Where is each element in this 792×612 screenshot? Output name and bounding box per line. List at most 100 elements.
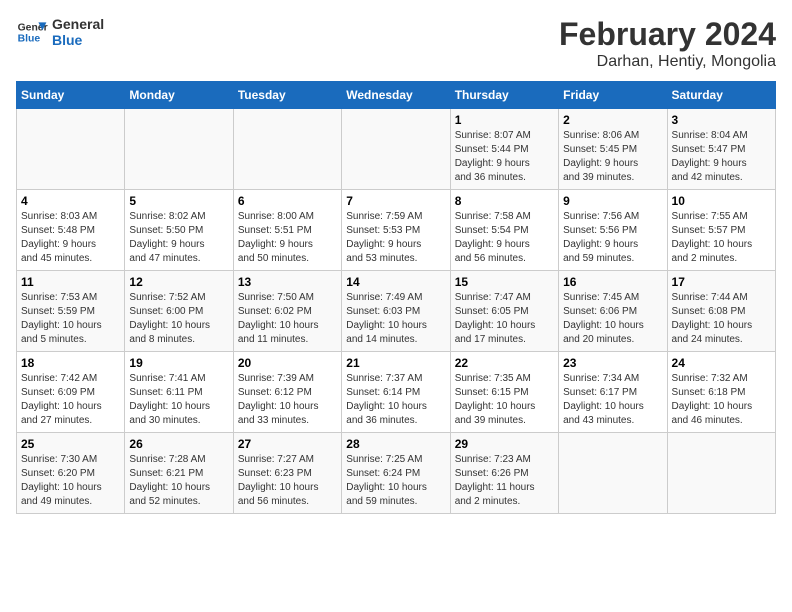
day-number: 20	[238, 356, 337, 370]
calendar-cell: 1 Sunrise: 8:07 AM Sunset: 5:44 PM Daylig…	[450, 109, 558, 190]
day-number: 4	[21, 194, 120, 208]
calendar-cell: 10 Sunrise: 7:55 AM Sunset: 5:57 PM Dayli…	[667, 190, 775, 271]
calendar-cell: 29 Sunrise: 7:23 AM Sunset: 6:26 PM Dayli…	[450, 433, 558, 514]
calendar-cell: 3 Sunrise: 8:04 AM Sunset: 5:47 PM Daylig…	[667, 109, 775, 190]
weekday-header: Friday	[559, 82, 667, 109]
calendar-cell: 14 Sunrise: 7:49 AM Sunset: 6:03 PM Dayli…	[342, 271, 450, 352]
calendar-cell: 19Sunrise: 7:41 AM Sunset: 6:11 PM Dayli…	[125, 352, 233, 433]
day-info: Sunrise: 8:02 AM Sunset: 5:50 PM Dayligh…	[129, 210, 228, 266]
calendar-cell: 5 Sunrise: 8:02 AM Sunset: 5:50 PM Daylig…	[125, 190, 233, 271]
day-info: Sunrise: 7:59 AM Sunset: 5:53 PM Dayligh…	[346, 210, 445, 266]
calendar-cell: 17 Sunrise: 7:44 AM Sunset: 6:08 PM Dayli…	[667, 271, 775, 352]
day-info: Sunrise: 7:45 AM Sunset: 6:06 PM Dayligh…	[563, 291, 662, 347]
day-info: Sunrise: 8:04 AM Sunset: 5:47 PM Dayligh…	[672, 129, 771, 185]
calendar-cell: 20 Sunrise: 7:39 AM Sunset: 6:12 PM Dayli…	[233, 352, 341, 433]
day-number: 6	[238, 194, 337, 208]
day-number: 21	[346, 356, 445, 370]
day-info: Sunrise: 7:52 AM Sunset: 6:00 PM Dayligh…	[129, 291, 228, 347]
day-number: 25	[21, 437, 120, 451]
page-header: General Blue General Blue February 2024 …	[16, 16, 776, 71]
day-info: Sunrise: 7:44 AM Sunset: 6:08 PM Dayligh…	[672, 291, 771, 347]
day-info: Sunrise: 8:00 AM Sunset: 5:51 PM Dayligh…	[238, 210, 337, 266]
day-info: Sunrise: 7:58 AM Sunset: 5:54 PM Dayligh…	[455, 210, 554, 266]
day-number: 22	[455, 356, 554, 370]
day-number: 14	[346, 275, 445, 289]
day-info: Sunrise: 7:27 AM Sunset: 6:23 PM Dayligh…	[238, 453, 337, 509]
day-info: Sunrise: 7:42 AM Sunset: 6:09 PM Dayligh…	[21, 372, 120, 428]
day-number: 7	[346, 194, 445, 208]
calendar-cell: 22 Sunrise: 7:35 AM Sunset: 6:15 PM Dayli…	[450, 352, 558, 433]
calendar-cell: 4 Sunrise: 8:03 AM Sunset: 5:48 PM Daylig…	[17, 190, 125, 271]
day-number: 27	[238, 437, 337, 451]
day-number: 13	[238, 275, 337, 289]
weekday-header: Tuesday	[233, 82, 341, 109]
calendar-cell: 12 Sunrise: 7:52 AM Sunset: 6:00 PM Dayli…	[125, 271, 233, 352]
title-block: February 2024 Darhan, Hentiy, Mongolia	[559, 16, 776, 71]
logo: General Blue General Blue	[16, 16, 104, 48]
calendar-cell: 26 Sunrise: 7:28 AM Sunset: 6:21 PM Dayli…	[125, 433, 233, 514]
day-number: 10	[672, 194, 771, 208]
day-number: 9	[563, 194, 662, 208]
calendar-cell: 8 Sunrise: 7:58 AM Sunset: 5:54 PM Daylig…	[450, 190, 558, 271]
calendar-cell: 11 Sunrise: 7:53 AM Sunset: 5:59 PM Dayli…	[17, 271, 125, 352]
day-number: 3	[672, 113, 771, 127]
day-info: Sunrise: 7:50 AM Sunset: 6:02 PM Dayligh…	[238, 291, 337, 347]
day-info: Sunrise: 7:28 AM Sunset: 6:21 PM Dayligh…	[129, 453, 228, 509]
day-info: Sunrise: 7:35 AM Sunset: 6:15 PM Dayligh…	[455, 372, 554, 428]
day-number: 5	[129, 194, 228, 208]
calendar-cell: 16 Sunrise: 7:45 AM Sunset: 6:06 PM Dayli…	[559, 271, 667, 352]
calendar-cell: 27 Sunrise: 7:27 AM Sunset: 6:23 PM Dayli…	[233, 433, 341, 514]
day-info: Sunrise: 7:25 AM Sunset: 6:24 PM Dayligh…	[346, 453, 445, 509]
calendar-cell: 25 Sunrise: 7:30 AM Sunset: 6:20 PM Dayli…	[17, 433, 125, 514]
calendar-cell: 9 Sunrise: 7:56 AM Sunset: 5:56 PM Daylig…	[559, 190, 667, 271]
day-info: Sunrise: 7:41 AM Sunset: 6:11 PM Dayligh…	[129, 372, 228, 428]
day-number: 24	[672, 356, 771, 370]
day-number: 8	[455, 194, 554, 208]
day-info: Sunrise: 7:30 AM Sunset: 6:20 PM Dayligh…	[21, 453, 120, 509]
day-info: Sunrise: 7:49 AM Sunset: 6:03 PM Dayligh…	[346, 291, 445, 347]
calendar-cell: 13 Sunrise: 7:50 AM Sunset: 6:02 PM Dayli…	[233, 271, 341, 352]
day-info: Sunrise: 8:03 AM Sunset: 5:48 PM Dayligh…	[21, 210, 120, 266]
weekday-header: Sunday	[17, 82, 125, 109]
day-number: 12	[129, 275, 228, 289]
day-number: 2	[563, 113, 662, 127]
day-number: 18	[21, 356, 120, 370]
day-number: 16	[563, 275, 662, 289]
calendar-cell: 15 Sunrise: 7:47 AM Sunset: 6:05 PM Dayli…	[450, 271, 558, 352]
day-info: Sunrise: 7:34 AM Sunset: 6:17 PM Dayligh…	[563, 372, 662, 428]
day-number: 23	[563, 356, 662, 370]
logo-line1: General	[52, 16, 104, 32]
weekday-header: Wednesday	[342, 82, 450, 109]
calendar-cell	[17, 109, 125, 190]
calendar-cell	[342, 109, 450, 190]
day-info: Sunrise: 7:39 AM Sunset: 6:12 PM Dayligh…	[238, 372, 337, 428]
logo-line2: Blue	[52, 32, 104, 48]
calendar-cell: 24Sunrise: 7:32 AM Sunset: 6:18 PM Dayli…	[667, 352, 775, 433]
calendar-table: SundayMondayTuesdayWednesdayThursdayFrid…	[16, 81, 776, 514]
logo-icon: General Blue	[16, 16, 48, 48]
day-number: 26	[129, 437, 228, 451]
day-info: Sunrise: 7:23 AM Sunset: 6:26 PM Dayligh…	[455, 453, 554, 509]
day-number: 28	[346, 437, 445, 451]
weekday-header: Saturday	[667, 82, 775, 109]
subtitle: Darhan, Hentiy, Mongolia	[559, 53, 776, 71]
day-info: Sunrise: 7:53 AM Sunset: 5:59 PM Dayligh…	[21, 291, 120, 347]
calendar-cell	[559, 433, 667, 514]
day-info: Sunrise: 8:07 AM Sunset: 5:44 PM Dayligh…	[455, 129, 554, 185]
calendar-cell: 18 Sunrise: 7:42 AM Sunset: 6:09 PM Dayli…	[17, 352, 125, 433]
day-info: Sunrise: 7:47 AM Sunset: 6:05 PM Dayligh…	[455, 291, 554, 347]
day-number: 29	[455, 437, 554, 451]
calendar-cell	[667, 433, 775, 514]
day-info: Sunrise: 7:55 AM Sunset: 5:57 PM Dayligh…	[672, 210, 771, 266]
day-number: 1	[455, 113, 554, 127]
day-number: 11	[21, 275, 120, 289]
calendar-cell	[125, 109, 233, 190]
day-info: Sunrise: 8:06 AM Sunset: 5:45 PM Dayligh…	[563, 129, 662, 185]
day-info: Sunrise: 7:56 AM Sunset: 5:56 PM Dayligh…	[563, 210, 662, 266]
calendar-cell: 2 Sunrise: 8:06 AM Sunset: 5:45 PM Daylig…	[559, 109, 667, 190]
weekday-header: Thursday	[450, 82, 558, 109]
svg-text:Blue: Blue	[18, 34, 41, 45]
day-number: 17	[672, 275, 771, 289]
day-number: 15	[455, 275, 554, 289]
day-info: Sunrise: 7:37 AM Sunset: 6:14 PM Dayligh…	[346, 372, 445, 428]
